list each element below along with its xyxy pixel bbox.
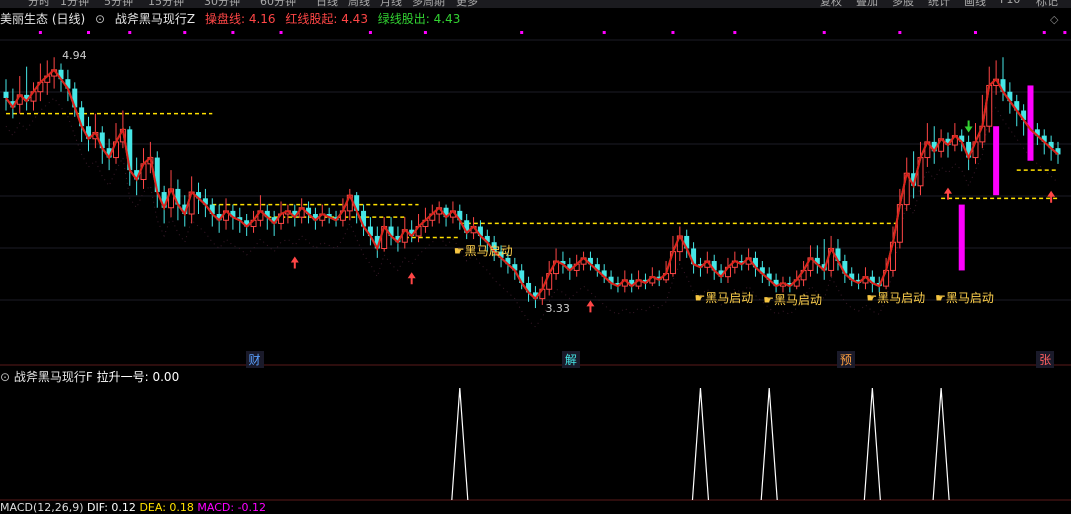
signal-label: ☛黑马启动 (763, 291, 822, 308)
signal-dot (822, 31, 826, 34)
macd-dea: DEA: 0.18 (139, 501, 194, 514)
diamond-icon: ◇ (1050, 13, 1059, 26)
kline-chart[interactable]: ◇ (0, 0, 1071, 511)
breakout-bar (993, 126, 1000, 196)
signal-dot (671, 31, 675, 34)
signal-dot (279, 31, 283, 34)
signal-label: ☛黑马启动 (935, 289, 994, 306)
signal-dot (183, 31, 187, 34)
hand-icon: ☛ (763, 292, 774, 307)
high-price-annotation: 4.94 (62, 49, 87, 63)
breakout-bar (958, 204, 965, 271)
signal-peak (760, 387, 778, 501)
signal-dot (38, 31, 42, 34)
red-line (5, 68, 1059, 301)
signal-label: ☛黑马启动 (454, 242, 513, 259)
signal-dot (368, 31, 372, 34)
signal-dot (231, 31, 235, 34)
sub-collapse-icon[interactable]: ⊙ (0, 370, 10, 384)
candle-body (3, 91, 9, 98)
sell-arrow (964, 120, 973, 133)
macd-dif: DIF: 0.12 (87, 501, 136, 514)
signal-peak (451, 387, 469, 501)
hand-icon: ☛ (453, 243, 465, 258)
macd-header: MACD(12,26,9) DIF: 0.12 DEA: 0.18 MACD: … (0, 501, 266, 514)
sub-value: 拉升一号: 0.00 (96, 370, 180, 384)
buy-arrow (1047, 190, 1056, 203)
signal-dot (898, 31, 902, 34)
hand-icon: ☛ (866, 290, 878, 305)
signal-text: 黑马启动 (773, 292, 822, 307)
macd-value: MACD: -0.12 (197, 501, 267, 514)
signal-peak (932, 387, 950, 501)
signal-text: 黑马启动 (705, 290, 754, 305)
sub-title[interactable]: 战斧黑马现行F (14, 370, 93, 384)
sub-indicator-header: ⊙ 战斧黑马现行F 拉升一号: 0.00 (0, 368, 179, 385)
signal-dot (128, 31, 132, 34)
event-marker[interactable]: 预 (836, 351, 855, 368)
event-marker[interactable]: 财 (245, 351, 264, 368)
buy-arrow (586, 300, 595, 313)
signal-label: ☛黑马启动 (694, 289, 753, 306)
buy-arrow (407, 272, 416, 285)
signal-dot (1063, 31, 1067, 34)
signal-dot (1042, 31, 1046, 34)
signal-label: ☛黑马启动 (866, 289, 925, 306)
low-price-annotation: 3.33 (545, 302, 570, 316)
buy-arrow (290, 256, 299, 269)
signal-peak (863, 387, 881, 501)
signal-dot (423, 31, 427, 34)
event-marker[interactable]: 解 (561, 351, 580, 368)
signal-text: 黑马启动 (464, 243, 513, 258)
event-marker[interactable]: 张 (1036, 351, 1055, 368)
signal-text: 黑马启动 (877, 290, 926, 305)
signal-dot (520, 31, 524, 34)
signal-dot (602, 31, 606, 34)
signal-text: 黑马启动 (945, 290, 994, 305)
green-line (5, 68, 1059, 301)
hand-icon: ☛ (935, 290, 946, 305)
hand-icon: ☛ (694, 290, 706, 305)
breakout-bar (1027, 85, 1034, 161)
signal-dot (733, 31, 737, 34)
macd-label[interactable]: MACD(12,26,9) (0, 501, 84, 514)
signal-dot (973, 31, 977, 34)
signal-dot (87, 31, 91, 34)
signal-peak (691, 387, 710, 501)
